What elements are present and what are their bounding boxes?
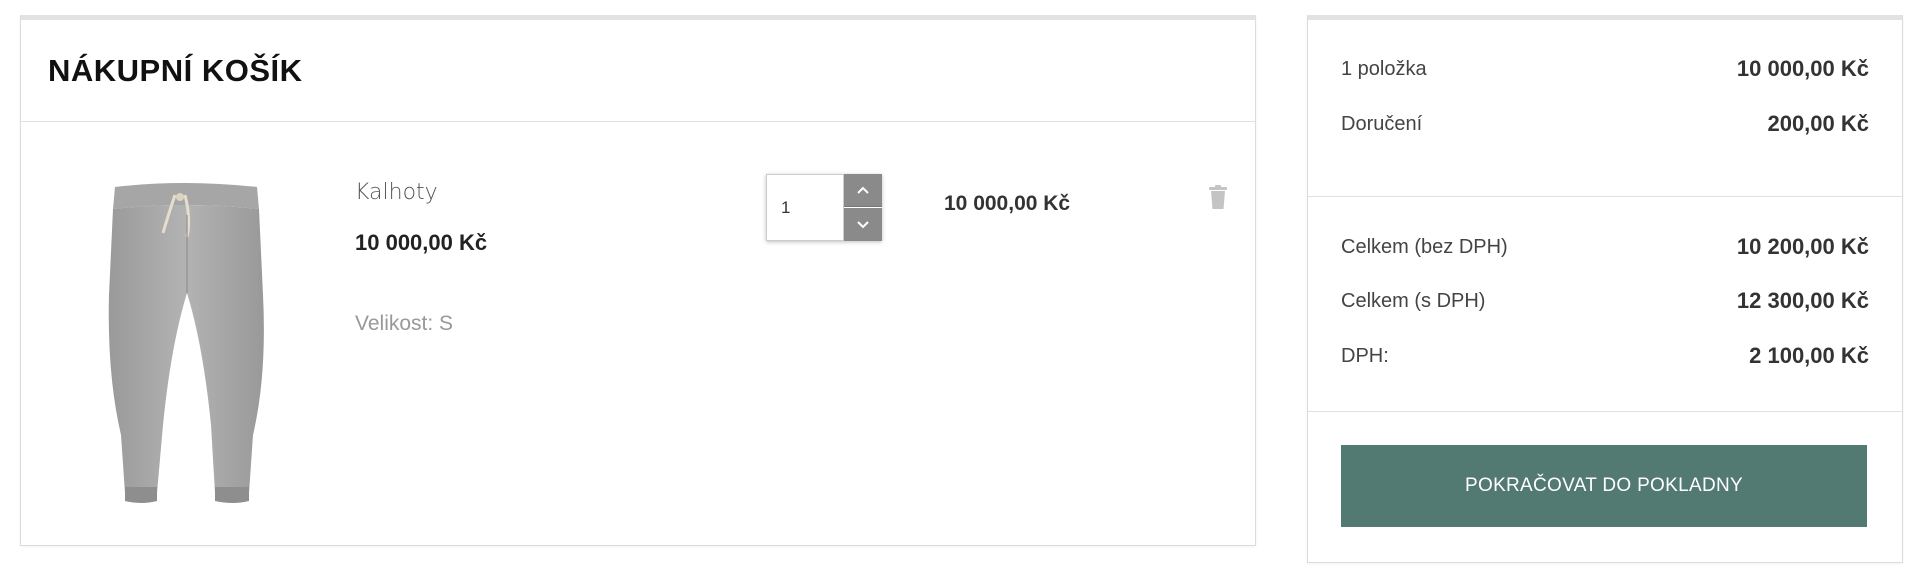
summary-total-gross-value: 12 300,00 Kč [1736,288,1869,313]
summary-shipping-value: 200,00 Kč [1767,111,1869,136]
order-summary-panel: 1 položka 10 000,00 Kč Doručení 200,00 K… [1307,15,1903,563]
summary-items-label: 1 položka [1341,57,1427,80]
item-name[interactable]: Kalhoty [355,180,438,205]
quantity-decrease-button[interactable] [844,208,882,241]
summary-vat-value: 2 100,00 Kč [1749,343,1869,368]
item-line-total: 10 000,00 Kč [944,192,1071,215]
summary-total-net-label: Celkem (bez DPH) [1341,235,1508,258]
chevron-up-icon [857,186,869,194]
summary-shipping-label: Doručení [1341,112,1423,135]
summary-total-net-row: Celkem (bez DPH) 10 200,00 Kč [1341,234,1869,260]
summary-total-gross-label: Celkem (s DPH) [1341,289,1486,312]
summary-total-gross-row: Celkem (s DPH) 12 300,00 Kč [1341,288,1869,314]
summary-vat-row: DPH: 2 100,00 Kč [1341,343,1869,369]
summary-divider [1308,196,1902,197]
quantity-input[interactable] [766,174,844,241]
pants-product-image[interactable] [63,175,303,515]
item-size: Velikost: S [355,312,454,335]
summary-shipping-row: Doručení 200,00 Kč [1341,111,1869,137]
item-unit-price: 10 000,00 Kč [355,230,488,255]
trash-icon[interactable] [1209,185,1227,209]
summary-items-value: 10 000,00 Kč [1736,56,1869,81]
summary-vat-label: DPH: [1341,344,1389,367]
cart-title: NÁKUPNÍ KOŠÍK [48,53,303,88]
quantity-stepper [766,174,882,241]
summary-total-net-value: 10 200,00 Kč [1736,234,1869,259]
summary-items-row: 1 položka 10 000,00 Kč [1341,56,1869,82]
chevron-down-icon [857,220,869,228]
shopping-cart-panel: NÁKUPNÍ KOŠÍK Kalhoty 10 000,00 Kč Velik… [20,15,1256,546]
cart-header: NÁKUPNÍ KOŠÍK [21,20,1255,122]
quantity-increase-button[interactable] [844,174,882,207]
summary-divider [1308,411,1902,412]
checkout-button[interactable]: POKRAČOVAT DO POKLADNY [1341,445,1867,527]
